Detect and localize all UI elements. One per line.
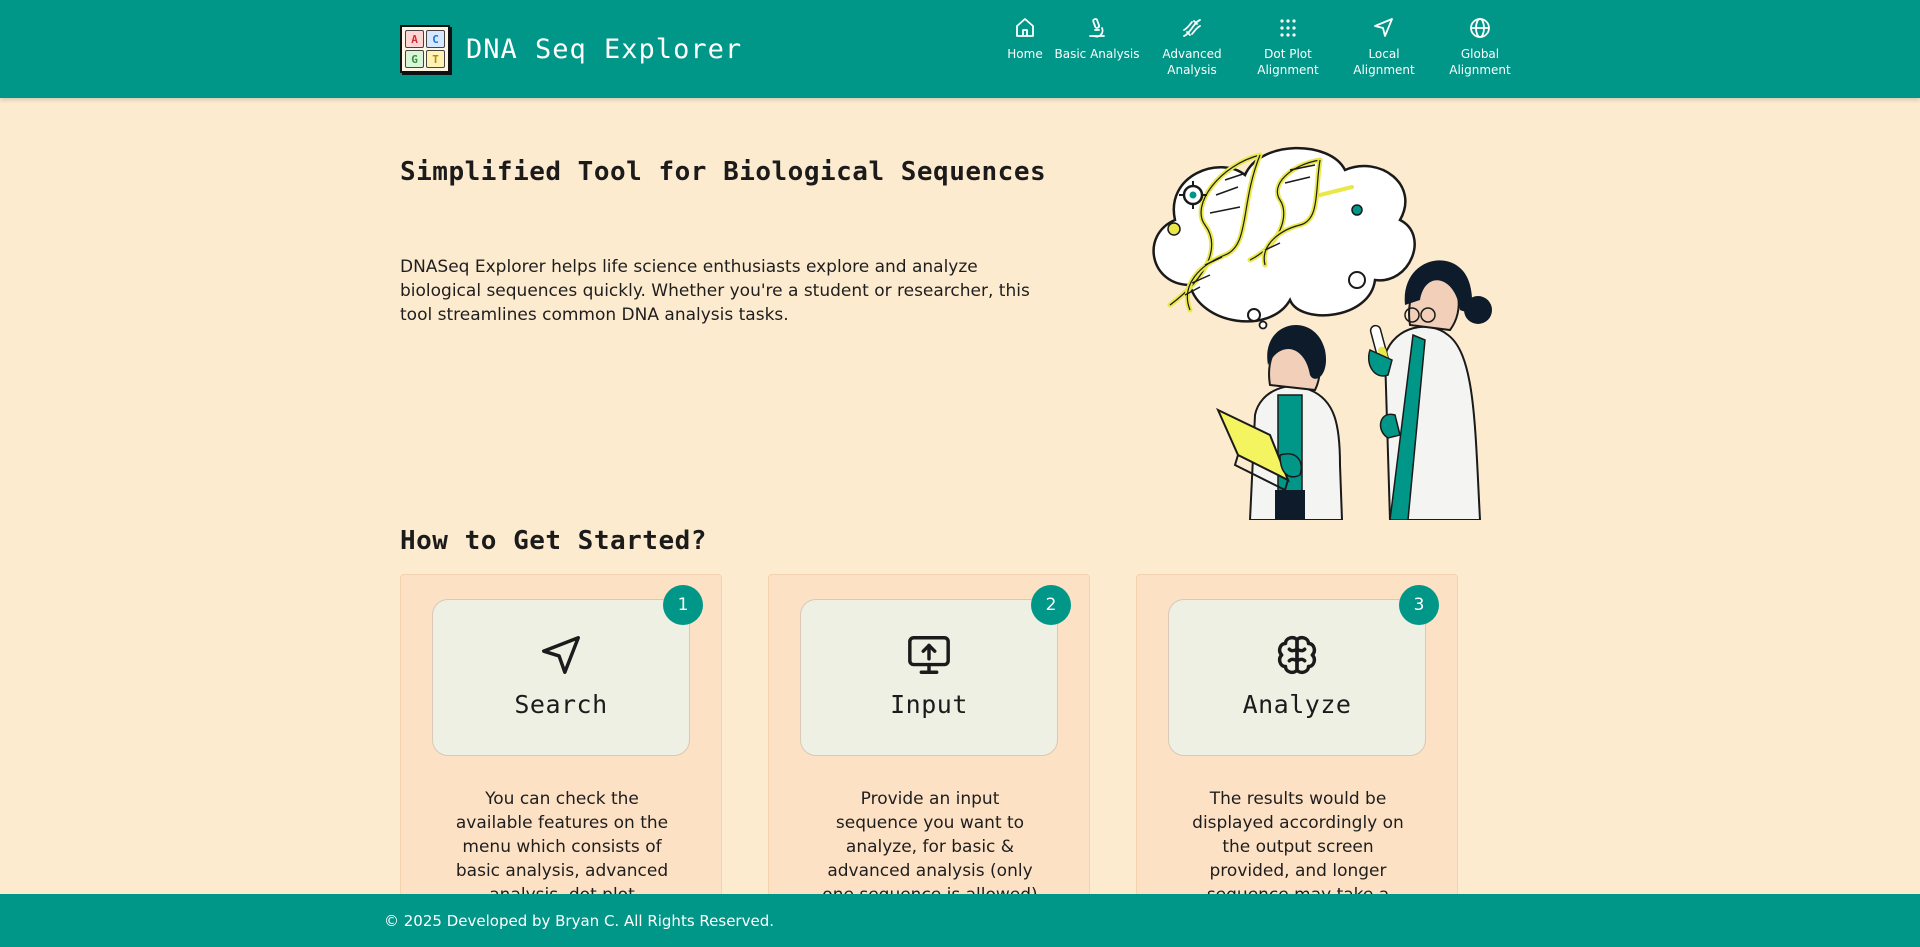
nav-label: Home xyxy=(1007,47,1043,61)
nav-label: Basic Analysis xyxy=(1054,47,1140,61)
upload-monitor-icon xyxy=(908,636,950,674)
step-card-header: Input xyxy=(800,599,1058,756)
step-card-analyze: Analyze 3 The results would be displayed… xyxy=(1136,574,1458,947)
scientists-illustration xyxy=(1152,146,1492,520)
globe-icon xyxy=(1470,18,1490,38)
dot-grid-icon xyxy=(1280,19,1296,37)
step-card-header: Analyze xyxy=(1168,599,1426,756)
step-number-badge: 2 xyxy=(1031,585,1071,625)
logo-letter-c: C xyxy=(426,30,445,48)
logo: A C G T xyxy=(400,25,450,73)
nav-local-alignment[interactable]: Local Alignment xyxy=(1334,16,1434,78)
step-title: Input xyxy=(890,690,968,719)
dna-icon xyxy=(1183,19,1201,37)
navigation-icon xyxy=(542,636,580,674)
nav-label: Local Alignment xyxy=(1353,47,1415,77)
app-title: DNA Seq Explorer xyxy=(466,33,743,65)
microscope-icon xyxy=(1089,18,1105,38)
hero-title: Simplified Tool for Biological Sequences xyxy=(400,157,1047,187)
step-card-search: Search 1 You can check the available fea… xyxy=(400,574,722,947)
logo-letter-a: A xyxy=(405,30,424,48)
logo-letter-t: T xyxy=(426,50,445,68)
step-title: Search xyxy=(514,690,608,719)
logo-letter-g: G xyxy=(405,50,424,68)
brain-icon xyxy=(1277,635,1317,675)
nav-label: Advanced Analysis xyxy=(1162,47,1222,77)
step-title: Analyze xyxy=(1242,690,1352,719)
navigation-icon xyxy=(1374,18,1393,37)
nav-global-alignment[interactable]: Global Alignment xyxy=(1430,16,1530,78)
copyright-text: © 2025 Developed by Bryan C. All Rights … xyxy=(384,912,774,930)
step-card-header: Search xyxy=(432,599,690,756)
step-card-input: Input 2 Provide an input sequence you wa… xyxy=(768,574,1090,947)
nav-label: Global Alignment xyxy=(1449,47,1511,77)
top-navigation-bar: A C G T DNA Seq Explorer Home Basic Anal… xyxy=(0,0,1920,98)
step-number-badge: 1 xyxy=(663,585,703,625)
step-description: You can check the available features on … xyxy=(455,789,669,905)
section-title: How to Get Started? xyxy=(400,526,707,556)
nav-label: Dot Plot Alignment xyxy=(1257,47,1319,77)
brand[interactable]: A C G T DNA Seq Explorer xyxy=(400,25,742,73)
nav-dot-plot-alignment[interactable]: Dot Plot Alignment xyxy=(1238,16,1338,78)
nav-basic-analysis[interactable]: Basic Analysis xyxy=(1047,16,1147,62)
nav-advanced-analysis[interactable]: Advanced Analysis xyxy=(1142,16,1242,78)
home-icon xyxy=(1016,18,1034,37)
footer: © 2025 Developed by Bryan C. All Rights … xyxy=(0,894,1920,947)
hero-description: DNASeq Explorer helps life science enthu… xyxy=(400,257,1030,325)
step-number-badge: 3 xyxy=(1399,585,1439,625)
